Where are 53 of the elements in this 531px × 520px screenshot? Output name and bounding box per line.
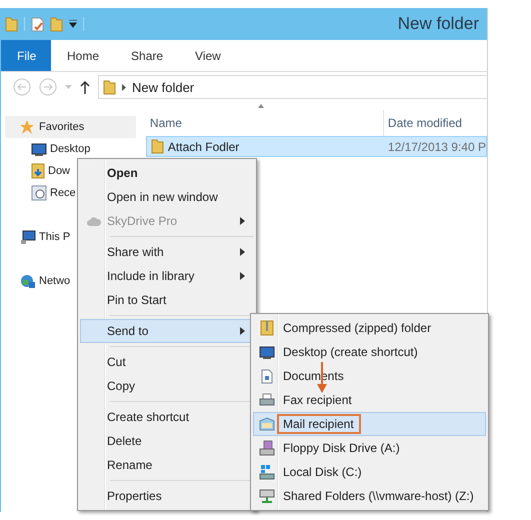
computer-icon [20, 230, 36, 244]
new-folder-icon [50, 16, 63, 32]
download-folder-icon [31, 163, 45, 179]
menu-item[interactable]: Local Disk (C:) [253, 460, 486, 484]
folder-icon [5, 16, 18, 32]
menu-item[interactable]: Mail recipient [253, 412, 486, 436]
menu-item[interactable]: Compressed (zipped) folder [253, 316, 486, 340]
disk-drive-icon [259, 464, 275, 480]
menu-item[interactable]: Open in new window [80, 185, 254, 209]
up-arrow-icon[interactable] [80, 80, 90, 94]
menu-item[interactable]: Rename [80, 453, 254, 477]
monitor-icon [259, 346, 275, 358]
column-header[interactable]: Name [146, 110, 383, 136]
menu-item[interactable]: Fax recipient [253, 388, 486, 412]
menu-item[interactable]: Properties [80, 484, 254, 508]
sort-arrow-icon [258, 104, 264, 108]
ribbon-tab[interactable]: View [179, 40, 237, 71]
menu-item[interactable]: Pin to Start [80, 288, 254, 312]
address-path: New folder [132, 80, 194, 94]
ribbon-tab[interactable]: Home [51, 40, 116, 71]
menu-item[interactable]: Include in library [80, 264, 254, 288]
floppy-drive-icon [259, 440, 275, 456]
navigation-item[interactable]: Desktop [1, 138, 146, 160]
menu-item[interactable]: Floppy Disk Drive (A:) [253, 436, 486, 460]
menu-item[interactable]: Share with [80, 240, 254, 264]
menu-item[interactable]: Create shortcut [80, 405, 254, 429]
dropdown-icon[interactable] [69, 20, 77, 28]
properties-icon[interactable] [31, 16, 44, 32]
menu-item[interactable]: Cut [80, 350, 254, 374]
monitor-icon [31, 142, 47, 156]
file-row[interactable]: Attach Fodler 12/17/2013 9:40 P [146, 136, 487, 157]
folder-icon [103, 80, 116, 94]
zip-folder-icon [260, 320, 274, 336]
ribbon-tab[interactable]: Share [115, 40, 180, 71]
menu-item[interactable]: Open [80, 161, 254, 185]
network-drive-icon [259, 488, 275, 504]
document-icon [261, 368, 273, 384]
ribbon-tab[interactable]: File [1, 40, 51, 71]
file-date: 12/17/2013 9:40 P [386, 140, 486, 154]
menu-item[interactable]: Shared Folders (\\vmware-host) (Z:) [253, 484, 486, 508]
menu-item[interactable]: Delete [80, 429, 254, 453]
star-icon [19, 119, 35, 135]
navigation-group[interactable]: Favorites [5, 116, 136, 138]
window-title: New folder [398, 14, 479, 34]
address-bar[interactable]: New folder [98, 75, 487, 99]
cloud-icon [87, 216, 101, 226]
menu-item[interactable]: Desktop (create shortcut) [253, 340, 486, 364]
menu-item[interactable]: Copy [80, 374, 254, 398]
network-icon [20, 274, 36, 288]
file-name: Attach Fodler [146, 139, 384, 154]
fax-icon [259, 393, 275, 407]
breadcrumb-arrow-icon [122, 84, 126, 90]
folder-icon [150, 139, 164, 154]
